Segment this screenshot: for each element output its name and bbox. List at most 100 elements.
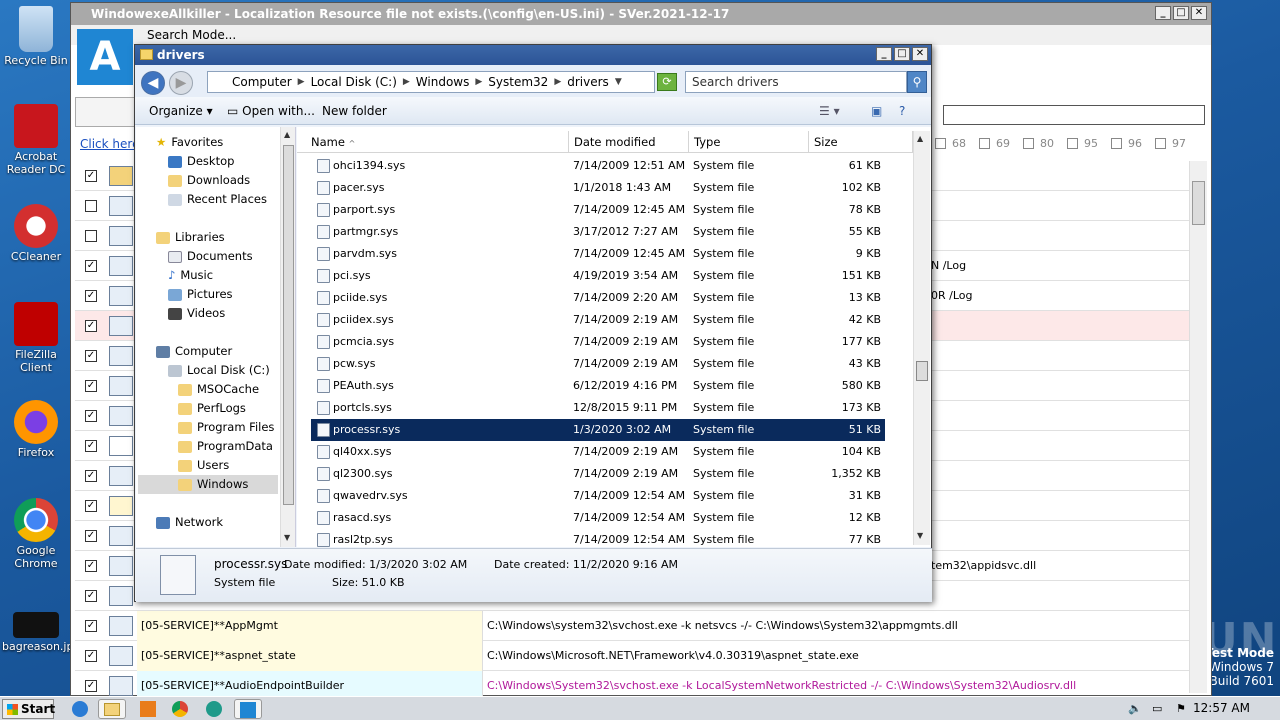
desktop-icon-acrobat[interactable]: Acrobat Reader DC xyxy=(2,104,70,176)
row-checkbox[interactable]: ✓ xyxy=(85,290,97,302)
crumb-system32[interactable]: System32 xyxy=(488,75,548,89)
file-row[interactable]: rasacd.sys 7/14/2009 12:54 AM System file 1… xyxy=(311,507,885,529)
row-checkbox[interactable]: ✓ xyxy=(85,680,97,692)
file-row[interactable]: pciide.sys 7/14/2009 2:20 AM System file 13… xyxy=(311,287,885,309)
nav-music[interactable]: ♪ Music xyxy=(168,266,213,285)
file-row[interactable]: portcls.sys 12/8/2015 9:11 PM System file 1… xyxy=(311,397,885,419)
file-row[interactable]: ql2300.sys 7/14/2009 2:19 AM System file 1,… xyxy=(311,463,885,485)
flag-icon[interactable]: ⚑ xyxy=(1176,702,1190,715)
nav-programdata[interactable]: ProgramData xyxy=(178,437,273,456)
desktop-icon-chrome[interactable]: Google Chrome xyxy=(2,498,70,570)
desktop-icon-bagreason[interactable]: bagreason.jpg xyxy=(2,612,80,653)
file-row[interactable]: ohci1394.sys 7/14/2009 12:51 AM System fil… xyxy=(311,155,885,177)
nav-windows[interactable]: Windows xyxy=(138,475,278,494)
maximize-button[interactable]: □ xyxy=(1173,6,1189,20)
chrome-taskbar-icon[interactable] xyxy=(166,699,194,719)
nav-favorites[interactable]: ★ Favorites xyxy=(156,133,223,152)
file-row[interactable]: pci.sys 4/19/2019 3:54 AM System file 151 K… xyxy=(311,265,885,287)
row-checkbox[interactable]: ✓ xyxy=(85,260,97,272)
nav-recent-places[interactable]: Recent Places xyxy=(168,190,267,209)
nav-libraries[interactable]: Libraries xyxy=(156,228,225,247)
column-header-size[interactable]: Size xyxy=(809,131,913,153)
number-checkbox[interactable]: 69 xyxy=(979,137,1023,150)
edge-taskbar-icon[interactable] xyxy=(200,699,228,719)
file-row[interactable]: pcw.sys 7/14/2009 2:19 AM System file 43 KB xyxy=(311,353,885,375)
file-row[interactable]: partmgr.sys 3/17/2012 7:27 AM System file 5… xyxy=(311,221,885,243)
table-row[interactable]: ✓ [05-SERVICE]**aspnet_state C:\Windows\Mi… xyxy=(75,641,1189,671)
desktop-icon-recycle-bin[interactable]: Recycle Bin xyxy=(2,6,70,67)
new-folder-button[interactable]: New folder xyxy=(322,97,387,125)
network-tray-icon[interactable]: ▭ xyxy=(1152,702,1166,715)
row-checkbox[interactable]: ✓ xyxy=(85,500,97,512)
search-input[interactable]: Search drivers xyxy=(685,71,907,93)
crumb-computer[interactable]: Computer xyxy=(232,75,292,89)
nav-local-disk[interactable]: Local Disk (C:) xyxy=(168,361,270,380)
minimize-button[interactable]: _ xyxy=(876,47,892,61)
row-checkbox[interactable] xyxy=(85,200,97,212)
nav-downloads[interactable]: Downloads xyxy=(168,171,250,190)
file-row[interactable]: pacer.sys 1/1/2018 1:43 AM System file 102 … xyxy=(311,177,885,199)
file-scrollbar[interactable]: ▲ ▼ xyxy=(913,131,930,545)
desktop-icon-ccleaner[interactable]: CCleaner xyxy=(2,204,70,263)
main-search-input[interactable] xyxy=(943,105,1205,125)
file-row[interactable]: parport.sys 7/14/2009 12:45 AM System file… xyxy=(311,199,885,221)
row-checkbox[interactable]: ✓ xyxy=(85,470,97,482)
view-options-icon[interactable]: ☰ ▾ xyxy=(819,97,840,125)
back-button[interactable]: ◀ xyxy=(141,71,165,95)
volume-icon[interactable]: 🔈 xyxy=(1128,702,1142,715)
scroll-down-icon[interactable]: ▼ xyxy=(917,531,923,540)
column-header-type[interactable]: Type xyxy=(689,131,809,153)
file-row[interactable]: qwavedrv.sys 7/14/2009 12:54 AM System fil… xyxy=(311,485,885,507)
row-checkbox[interactable]: ✓ xyxy=(85,590,97,602)
explorer-title-bar[interactable]: drivers _ □ ✕ xyxy=(135,45,931,65)
organize-button[interactable]: Organize ▾ xyxy=(149,97,213,125)
file-row[interactable]: pcmcia.sys 7/14/2009 2:19 AM System file 17… xyxy=(311,331,885,353)
scroll-thumb[interactable] xyxy=(1192,181,1205,225)
clock[interactable]: 12:57 AM xyxy=(1193,697,1250,719)
refresh-icon[interactable]: ⟳ xyxy=(657,73,677,91)
column-header-name[interactable]: Name ^ xyxy=(297,131,569,153)
file-row[interactable]: PEAuth.sys 6/12/2019 4:16 PM System file 58… xyxy=(311,375,885,397)
file-row[interactable]: parvdm.sys 7/14/2009 12:45 AM System file 9… xyxy=(311,243,885,265)
nav-documents[interactable]: Documents xyxy=(168,247,253,266)
row-checkbox[interactable]: ✓ xyxy=(85,530,97,542)
help-icon[interactable]: ? xyxy=(899,97,905,125)
row-checkbox[interactable]: ✓ xyxy=(85,560,97,572)
file-row[interactable]: processr.sys 1/3/2020 3:02 AM System file 5… xyxy=(311,419,885,441)
main-title-bar[interactable]: WindowexeAllkiller - Localization Resour… xyxy=(71,3,1211,25)
row-checkbox[interactable] xyxy=(85,230,97,242)
scroll-thumb[interactable] xyxy=(916,361,928,381)
nav-computer[interactable]: Computer xyxy=(156,342,232,361)
nav-network[interactable]: Network xyxy=(156,513,223,532)
row-checkbox[interactable]: ✓ xyxy=(85,170,97,182)
number-checkbox[interactable]: 80 xyxy=(1023,137,1067,150)
nav-pictures[interactable]: Pictures xyxy=(168,285,233,304)
number-checkbox[interactable]: 68 xyxy=(935,137,979,150)
number-checkbox[interactable]: 95 xyxy=(1067,137,1111,150)
nav-desktop[interactable]: Desktop xyxy=(168,152,234,171)
search-icon[interactable]: ⚲ xyxy=(907,71,927,93)
scroll-down-icon[interactable]: ▼ xyxy=(284,533,290,542)
nav-users[interactable]: Users xyxy=(178,456,229,475)
desktop-icon-firefox[interactable]: Firefox xyxy=(2,400,70,459)
allkiller-taskbar-icon[interactable] xyxy=(234,699,262,719)
nav-msocache[interactable]: MSOCache xyxy=(178,380,259,399)
nav-program-files[interactable]: Program Files xyxy=(178,418,274,437)
row-checkbox[interactable]: ✓ xyxy=(85,380,97,392)
file-row[interactable]: rasl2tp.sys 7/14/2009 12:54 AM System file… xyxy=(311,529,885,547)
media-player-taskbar-icon[interactable] xyxy=(134,699,162,719)
forward-button[interactable]: ▶ xyxy=(169,71,193,95)
nav-videos[interactable]: Videos xyxy=(168,304,225,323)
crumb-windows[interactable]: Windows xyxy=(416,75,470,89)
open-with-button[interactable]: ▭ Open with... xyxy=(227,97,315,125)
row-checkbox[interactable]: ✓ xyxy=(85,320,97,332)
scroll-up-icon[interactable]: ▲ xyxy=(917,134,923,143)
address-bar[interactable]: Computer ▶ Local Disk (C:) ▶ Windows ▶ Syst… xyxy=(207,71,655,93)
crumb-drivers[interactable]: drivers xyxy=(567,75,609,89)
close-button[interactable]: ✕ xyxy=(912,47,928,61)
table-row[interactable]: ✓ [05-SERVICE]**AppMgmt C:\Windows\system3… xyxy=(75,611,1189,641)
row-checkbox[interactable]: ✓ xyxy=(85,620,97,632)
scroll-thumb[interactable] xyxy=(283,145,294,505)
nav-perflogs[interactable]: PerfLogs xyxy=(178,399,246,418)
ie-taskbar-icon[interactable] xyxy=(66,699,94,719)
